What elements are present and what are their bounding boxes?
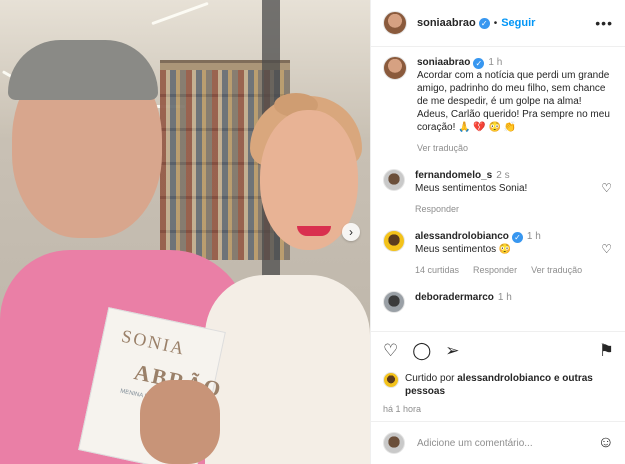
comment: alessandrolobianco ✓ 1 h Meus sentimentos …: [383, 230, 614, 277]
heart-icon[interactable]: ♡: [383, 341, 398, 361]
comment-time[interactable]: 1 h: [527, 231, 541, 242]
add-comment-bar: Adicione um comentário... ☺: [371, 421, 625, 464]
man-hand: [140, 380, 220, 464]
heart-icon[interactable]: ♡: [601, 242, 612, 256]
translate-link[interactable]: Ver tradução: [417, 142, 468, 155]
verified-badge-icon: ✓: [511, 232, 523, 243]
share-icon[interactable]: ➢: [445, 341, 459, 361]
reply-link[interactable]: Responder: [473, 264, 517, 277]
heart-icon[interactable]: ♡: [601, 181, 612, 195]
woman-outfit: [205, 275, 370, 464]
post-actions: ♡ ◯ ➢ ⚑ Curtido por alessandrolobianco e…: [371, 331, 625, 422]
liker-avatar[interactable]: [383, 372, 399, 388]
liked-by-prefix: Curtido por: [405, 373, 455, 384]
post-media[interactable]: SONIA ABRÃO MENINA DOS MEUS ›: [0, 0, 370, 464]
more-options-icon[interactable]: •••: [595, 15, 613, 31]
caption: soniaabrao ✓ 1 h Acordar com a notícia que…: [383, 56, 614, 155]
caption-username[interactable]: soniaabrao: [417, 57, 470, 68]
next-image-button[interactable]: ›: [342, 223, 360, 241]
comment-time[interactable]: 2 s: [496, 170, 509, 181]
comment-icon[interactable]: ◯: [412, 341, 431, 361]
comment: fernandomelo_s 2 s Meus sentimentos Sonia…: [383, 169, 614, 216]
separator-dot: •: [493, 17, 498, 29]
caption-text: Acordar com a notícia que perdi um grand…: [417, 70, 610, 133]
comment-username[interactable]: deboradermarco: [415, 292, 494, 303]
comment-username[interactable]: alessandrolobianco: [415, 231, 509, 242]
comments-list[interactable]: soniaabrao ✓ 1 h Acordar com a notícia que…: [371, 48, 625, 330]
current-user-avatar: [383, 432, 405, 454]
verified-badge-icon: ✓: [478, 17, 490, 29]
commenter-avatar[interactable]: [383, 169, 405, 191]
post-side-panel: soniaabrao ✓ • Seguir ••• soniaabrao ✓ 1 h…: [370, 0, 625, 464]
chevron-right-icon: ›: [349, 225, 353, 239]
comment-text: Meus sentimentos Sonia!: [415, 183, 528, 194]
liked-by: Curtido por alessandrolobianco e outras …: [383, 372, 614, 398]
author-avatar[interactable]: [383, 11, 407, 35]
reply-link[interactable]: Responder: [415, 203, 459, 216]
comment-text: Meus sentimentos 😳: [415, 244, 512, 255]
author-avatar[interactable]: [383, 56, 407, 80]
emoji-icon[interactable]: ☺: [598, 434, 614, 452]
commenter-avatar[interactable]: [383, 230, 405, 252]
comment-username[interactable]: fernandomelo_s: [415, 170, 492, 181]
book-title-line1: SONIA: [119, 325, 188, 359]
likes-count-link[interactable]: 14 curtidas: [415, 264, 459, 277]
comment-time[interactable]: 1 h: [498, 292, 512, 303]
man-hair: [8, 40, 158, 100]
caption-time[interactable]: 1 h: [488, 57, 502, 68]
comment: deboradermarco 1 h: [383, 291, 614, 313]
bookmark-icon[interactable]: ⚑: [599, 341, 614, 361]
comment-input[interactable]: Adicione um comentário...: [417, 438, 533, 449]
author-username[interactable]: soniaabrao: [417, 17, 476, 29]
post-header: soniaabrao ✓ • Seguir •••: [371, 0, 625, 47]
liked-by-user[interactable]: alessandrolobianco: [457, 373, 551, 384]
translate-link[interactable]: Ver tradução: [531, 264, 582, 277]
verified-badge-icon: ✓: [473, 58, 485, 69]
follow-button[interactable]: Seguir: [501, 17, 535, 29]
post-time[interactable]: há 1 hora: [383, 404, 614, 414]
commenter-avatar[interactable]: [383, 291, 405, 313]
woman-lips: [297, 226, 331, 236]
